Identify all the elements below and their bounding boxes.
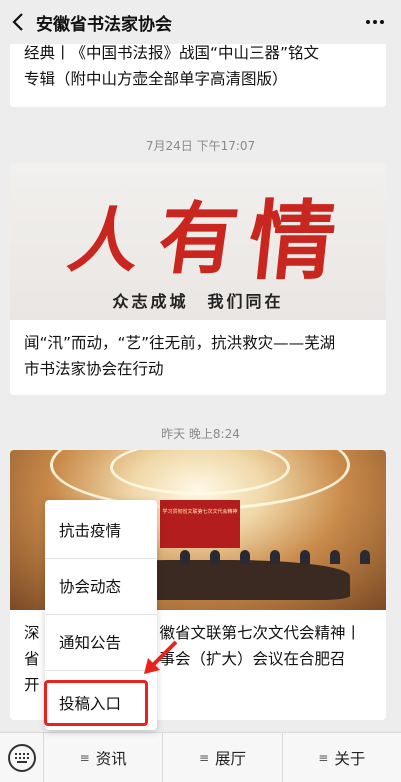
article-title: 闻“汛”而动，“艺”往无前，抗洪救灾——芜湖 市书法家协会在行动 xyxy=(24,334,336,378)
chevron-left-icon xyxy=(12,13,23,31)
tab-news[interactable]: ≡ 资讯 xyxy=(44,732,164,782)
article-cover-image: 人 有 情 众志成城 我们同在 xyxy=(10,163,386,320)
highlight-box xyxy=(44,680,148,726)
banner-slogan: 众志成城 我们同在 xyxy=(112,292,284,311)
menu-list-icon: ≡ xyxy=(198,750,210,765)
timestamp: 7月24日 下午17:07 xyxy=(145,139,256,153)
more-options-icon[interactable] xyxy=(361,10,389,34)
tab-gallery[interactable]: ≡ 展厅 xyxy=(163,732,283,782)
menu-list-icon: ≡ xyxy=(79,750,90,765)
timestamp: 昨天 晚上8:24 xyxy=(161,427,240,441)
page-title: 安徽省书法家协会 xyxy=(36,14,172,35)
menu-list-icon: ≡ xyxy=(318,750,329,765)
red-arrow-icon xyxy=(144,640,178,674)
top-bar: 安徽省书法家协会 xyxy=(0,0,401,44)
keyboard-toggle-button[interactable] xyxy=(0,732,44,782)
menu-item-epidemic[interactable]: 抗击疫情 xyxy=(45,504,157,556)
bottom-menu-bar: ≡ 资讯 ≡ 展厅 ≡ 关于 xyxy=(0,732,401,782)
keyboard-icon xyxy=(7,743,36,772)
menu-item-association-news[interactable]: 协会动态 xyxy=(45,560,157,612)
article-card[interactable]: 人 有 情 众志成城 我们同在 闻“汛”而动，“艺”往无前，抗洪救灾——芜湖 市… xyxy=(10,163,386,395)
back-button[interactable] xyxy=(0,0,36,44)
menu-divider xyxy=(45,614,157,615)
tab-about[interactable]: ≡ 关于 xyxy=(283,733,401,782)
menu-divider xyxy=(45,558,157,559)
